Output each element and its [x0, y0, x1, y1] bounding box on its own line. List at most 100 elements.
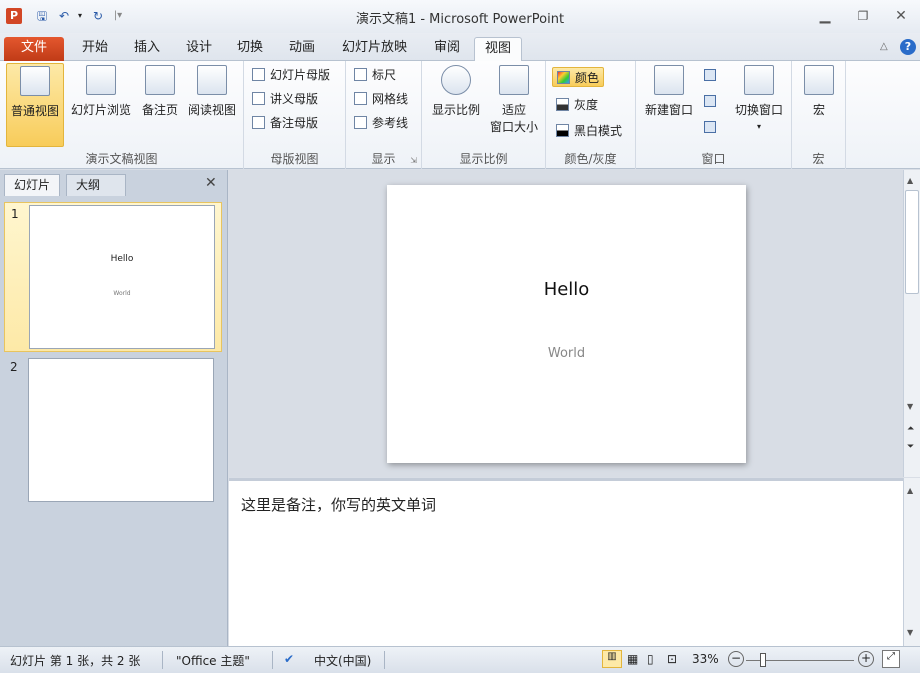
previous-slide-icon[interactable]: ⏶ [907, 424, 914, 434]
new-window-button[interactable]: 新建窗口 [638, 63, 700, 147]
notes-pane[interactable]: 这里是备注，你写的英文单词 [229, 478, 903, 646]
group-color: 颜色 灰度 黑白模式 颜色/灰度 [546, 61, 636, 169]
slide-subtitle[interactable]: World [387, 346, 746, 361]
bw-button[interactable]: 黑白模式 [556, 121, 622, 141]
slide-sorter-status-icon[interactable]: ▦ [627, 652, 638, 666]
status-bar: 幻灯片 第 1 张，共 2 张 "Office 主题" ✔ 中文(中国) ▥ ▦… [0, 646, 920, 673]
cascade-icon[interactable] [704, 95, 716, 107]
zoom-slider-thumb[interactable] [760, 653, 766, 667]
normal-view-label: 普通视图 [10, 104, 59, 118]
macros-button[interactable]: 宏 [798, 63, 840, 147]
color-button[interactable]: 颜色 [552, 67, 605, 87]
notes-master-icon [252, 116, 265, 129]
color-label: 颜色 [575, 71, 600, 85]
restore-icon[interactable]: ❐ [852, 6, 874, 26]
black-white-icon [556, 124, 569, 137]
slide[interactable]: Hello World [387, 185, 746, 463]
fit-window-label-1: 适应 [501, 103, 526, 117]
minimize-icon[interactable]: ▁ [814, 6, 836, 26]
move-split-icon[interactable] [704, 121, 716, 133]
slide-sorter-icon [86, 65, 116, 95]
notes-page-icon [145, 65, 175, 95]
tab-design[interactable]: 设计 [176, 37, 222, 61]
language[interactable]: 中文(中国) [314, 652, 371, 669]
fit-to-window-icon[interactable]: ⤢ [882, 650, 900, 668]
grayscale-icon [556, 98, 569, 111]
minimize-ribbon-icon[interactable]: △ [880, 41, 888, 52]
tab-transitions[interactable]: 切换 [227, 37, 273, 61]
reading-view-status-icon[interactable]: ▯ [647, 652, 654, 666]
slide-sorter-button[interactable]: 幻灯片浏览 [66, 63, 136, 147]
group-label: 显示比例 [459, 152, 508, 166]
group-label: 母版视图 [270, 152, 319, 166]
canvas-scrollbar[interactable]: ▲ ▼ ⏶ ⏷ [903, 170, 920, 477]
fit-window-button[interactable]: 适应 窗口大小 [484, 63, 544, 147]
notes-page-button[interactable]: 备注页 [138, 63, 182, 147]
bw-label: 黑白模式 [574, 124, 623, 138]
checkbox-icon [354, 92, 367, 105]
tab-outline[interactable]: 大纲 [66, 174, 126, 196]
slideshow-status-icon[interactable]: ⊡ [667, 652, 677, 666]
handout-master-button[interactable]: 讲义母版 [252, 89, 318, 109]
zoom-out-icon[interactable]: − [728, 651, 744, 667]
tab-file[interactable]: 文件 [4, 37, 64, 61]
group-label: 演示文稿视图 [85, 152, 158, 166]
grayscale-label: 灰度 [574, 98, 599, 112]
switch-windows-button[interactable]: 切换窗口 ▾ [728, 63, 790, 147]
slide-thumbnail-row[interactable]: 1 Hello World [4, 202, 222, 352]
notes-master-label: 备注母版 [270, 116, 319, 130]
scroll-up-icon[interactable]: ▲ [907, 176, 913, 185]
zoom-level[interactable]: 33% [692, 652, 719, 666]
gridlines-label: 网格线 [372, 92, 409, 106]
group-presentation-views: 普通视图 幻灯片浏览 备注页 阅读视图 演示文稿视图 [0, 61, 244, 169]
gridlines-checkbox[interactable]: 网格线 [354, 89, 408, 109]
grayscale-button[interactable]: 灰度 [556, 95, 598, 115]
macros-label: 宏 [812, 103, 825, 117]
arrange-all-icon[interactable] [704, 69, 716, 81]
group-show: 标尺 网格线 参考线 显示 ⇲ [346, 61, 422, 169]
new-window-label: 新建窗口 [644, 103, 693, 117]
group-window: 新建窗口 切换窗口 ▾ 窗口 [636, 61, 792, 169]
close-panel-icon[interactable]: ✕ [205, 175, 217, 191]
tab-view[interactable]: 视图 [474, 37, 523, 62]
switch-windows-label: 切换窗口 [734, 103, 783, 117]
group-macros: 宏 宏 [792, 61, 846, 169]
zoom-in-icon[interactable]: + [858, 651, 874, 667]
scroll-down-icon[interactable]: ▼ [907, 402, 913, 411]
normal-view-icon [20, 66, 50, 96]
thumbnail-title: Hello [110, 254, 134, 264]
reading-view-button[interactable]: 阅读视图 [184, 63, 240, 147]
slide-thumbnail[interactable]: Hello World [29, 205, 215, 349]
tab-animations[interactable]: 动画 [279, 37, 325, 61]
slide-thumbnail[interactable] [28, 358, 214, 502]
normal-view-status-icon[interactable]: ▥ [602, 650, 622, 668]
scroll-thumb[interactable] [905, 190, 919, 294]
ribbon-tabs: 文件 开始 插入 设计 切换 动画 幻灯片放映 审阅 视图 △ ? [0, 33, 920, 62]
tab-insert[interactable]: 插入 [124, 37, 170, 61]
dialog-launcher-icon[interactable]: ⇲ [410, 156, 417, 165]
reading-view-label: 阅读视图 [187, 103, 236, 117]
close-window-icon[interactable]: ✕ [890, 6, 912, 26]
notes-text[interactable]: 这里是备注，你写的英文单词 [241, 494, 436, 515]
guides-checkbox[interactable]: 参考线 [354, 113, 408, 133]
notes-page-label: 备注页 [141, 103, 178, 117]
tab-review[interactable]: 审阅 [424, 37, 470, 61]
spell-check-icon[interactable]: ✔ [284, 652, 294, 666]
next-slide-icon[interactable]: ⏷ [907, 442, 914, 452]
tab-home[interactable]: 开始 [72, 37, 118, 61]
group-label: 颜色/灰度 [564, 152, 617, 166]
normal-view-button[interactable]: 普通视图 [6, 63, 64, 147]
tab-slides[interactable]: 幻灯片 [4, 174, 61, 196]
theme-name[interactable]: "Office 主题" [176, 652, 250, 669]
help-icon[interactable]: ? [900, 39, 916, 55]
notes-scrollbar[interactable]: ▲ ▼ [903, 478, 920, 646]
scroll-down-icon[interactable]: ▼ [907, 628, 913, 637]
zoom-button[interactable]: 显示比例 [426, 63, 486, 147]
scroll-up-icon[interactable]: ▲ [907, 486, 913, 495]
ruler-checkbox[interactable]: 标尺 [354, 65, 396, 85]
slide-thumbnail-row[interactable]: 2 [4, 356, 222, 506]
slide-title[interactable]: Hello [387, 279, 746, 300]
notes-master-button[interactable]: 备注母版 [252, 113, 318, 133]
tab-slideshow[interactable]: 幻灯片放映 [332, 37, 417, 61]
slide-master-button[interactable]: 幻灯片母版 [252, 65, 330, 85]
